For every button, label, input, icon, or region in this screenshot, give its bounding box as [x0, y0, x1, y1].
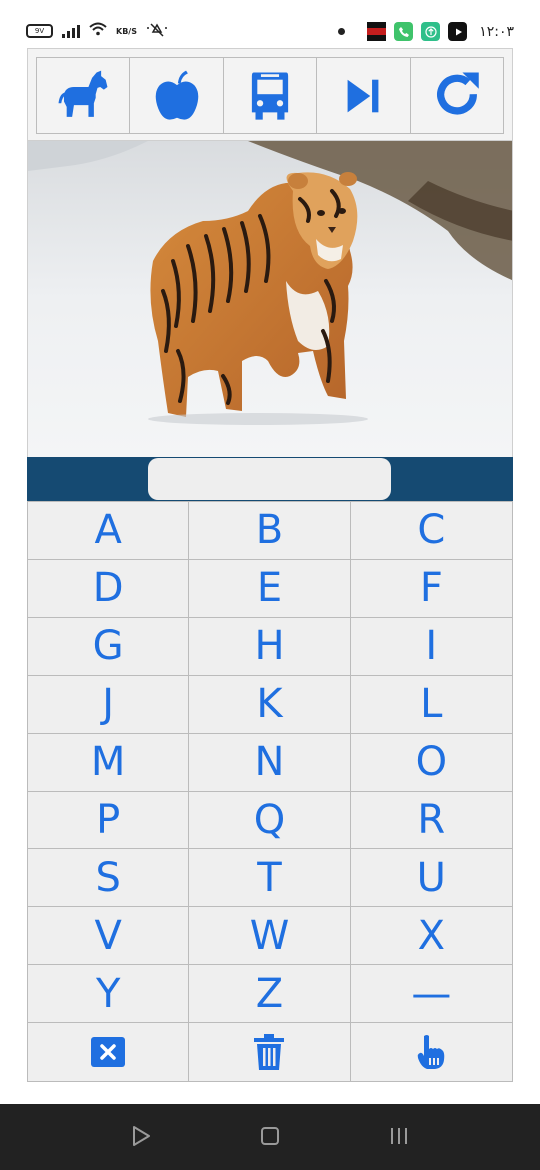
key-c[interactable]: C: [350, 502, 512, 560]
toolbar-buttons: [36, 57, 504, 134]
trash-icon: [254, 1034, 285, 1071]
key-j[interactable]: J: [28, 675, 190, 734]
hint-button[interactable]: [350, 1023, 512, 1081]
back-triangle-icon: [133, 1126, 150, 1146]
horse-icon: [58, 70, 108, 117]
battery-icon: 9V: [26, 24, 53, 38]
status-bar: 9V KB/S ١٢:٠٣: [0, 0, 540, 44]
system-nav-bar: [0, 1104, 540, 1170]
youtube-icon: [448, 22, 468, 41]
key-space[interactable]: —: [350, 965, 512, 1024]
redo-icon: [436, 71, 479, 114]
apple-icon: [155, 70, 198, 120]
key-w[interactable]: W: [189, 907, 351, 966]
key-o[interactable]: O: [350, 733, 512, 792]
mute-icon: [146, 22, 168, 40]
quiz-picture: [27, 141, 513, 457]
key-r[interactable]: R: [350, 791, 512, 850]
letter-keyboard: A B C D E F G H I J K L M N O P Q R S T …: [27, 501, 513, 1082]
key-b[interactable]: B: [189, 502, 351, 560]
key-e[interactable]: E: [189, 559, 351, 618]
phone-icon: [394, 22, 414, 41]
key-p[interactable]: P: [28, 791, 190, 850]
answer-bar: [27, 457, 513, 501]
key-v[interactable]: V: [28, 907, 190, 966]
delete-button[interactable]: [28, 1023, 190, 1081]
status-right: ١٢:٠٣: [338, 22, 514, 41]
key-h[interactable]: H: [189, 617, 351, 676]
key-t[interactable]: T: [189, 849, 351, 908]
key-n[interactable]: N: [189, 733, 351, 792]
reload-button[interactable]: [410, 58, 504, 133]
data-speed-icon: KB/S: [116, 26, 137, 36]
signal-icon: [62, 24, 80, 38]
key-s[interactable]: S: [28, 849, 190, 908]
key-g[interactable]: G: [28, 617, 190, 676]
status-time: ١٢:٠٣: [479, 23, 514, 40]
battery-label: 9V: [34, 27, 45, 35]
key-a[interactable]: A: [28, 502, 190, 560]
key-y[interactable]: Y: [28, 965, 190, 1024]
animals-button[interactable]: [37, 58, 131, 133]
key-u[interactable]: U: [350, 849, 512, 908]
fruits-button[interactable]: [130, 58, 224, 133]
skip-next-icon: [348, 79, 379, 112]
wifi-icon: [89, 22, 107, 40]
home-square-icon: [261, 1127, 279, 1145]
key-z[interactable]: Z: [189, 965, 351, 1024]
key-m[interactable]: M: [28, 733, 190, 792]
clear-button[interactable]: [189, 1023, 351, 1081]
next-button[interactable]: [317, 58, 411, 133]
app-notification-icon: [367, 22, 387, 41]
key-q[interactable]: Q: [189, 791, 351, 850]
bus-icon: [251, 71, 289, 120]
key-i[interactable]: I: [350, 617, 512, 676]
notification-dot-icon: [338, 28, 346, 35]
key-d[interactable]: D: [28, 559, 190, 618]
nav-home-button[interactable]: [258, 1124, 282, 1148]
key-x[interactable]: X: [350, 907, 512, 966]
key-f[interactable]: F: [350, 559, 512, 618]
nav-back-button[interactable]: [129, 1124, 153, 1148]
close-box-icon: [91, 1037, 126, 1068]
answer-field[interactable]: [148, 458, 391, 500]
key-l[interactable]: L: [350, 675, 512, 734]
key-k[interactable]: K: [189, 675, 351, 734]
vehicles-button[interactable]: [223, 58, 318, 133]
status-left: 9V KB/S: [26, 22, 168, 40]
category-toolbar: [27, 48, 513, 141]
pointing-hand-icon: [418, 1035, 445, 1070]
recents-lines-icon: [391, 1128, 407, 1144]
upload-icon: [421, 22, 441, 41]
tiger-image: [28, 141, 512, 457]
nav-recents-button[interactable]: [387, 1124, 411, 1148]
